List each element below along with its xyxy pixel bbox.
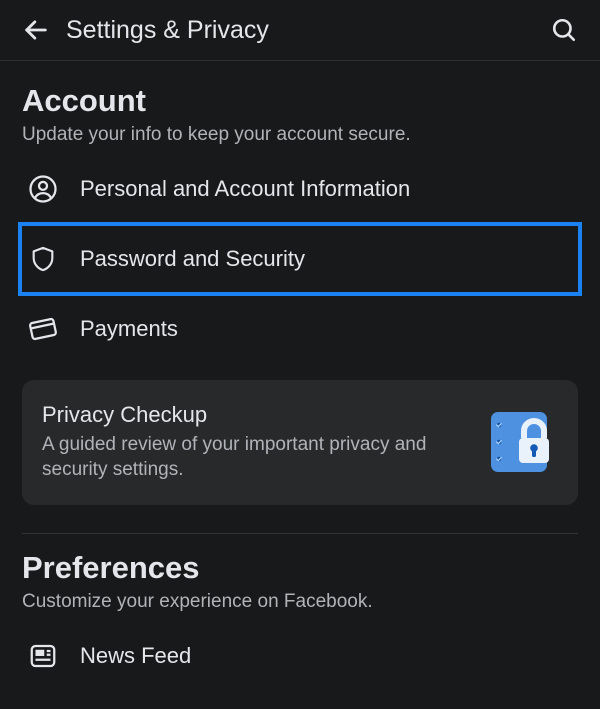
account-menu: Personal and Account Information Passwor…: [22, 158, 578, 360]
section-divider: [22, 533, 578, 534]
section-subtitle-account: Update your info to keep your account se…: [22, 123, 578, 148]
menu-label: Personal and Account Information: [80, 176, 410, 202]
section-title-account: Account: [22, 83, 578, 119]
card-subtitle: A guided review of your important privac…: [42, 432, 472, 483]
news-feed-icon: [28, 641, 58, 671]
arrow-left-icon: [22, 16, 50, 44]
preferences-menu: News Feed: [22, 625, 578, 687]
menu-item-payments[interactable]: Payments: [22, 298, 578, 360]
menu-label: News Feed: [80, 643, 191, 669]
section-subtitle-preferences: Customize your experience on Facebook.: [22, 590, 578, 615]
menu-label: Password and Security: [80, 246, 305, 272]
section-title-preferences: Preferences: [22, 550, 578, 586]
credit-card-icon: [28, 314, 58, 344]
header: Settings & Privacy: [0, 0, 600, 61]
back-button[interactable]: [18, 12, 54, 48]
card-title: Privacy Checkup: [42, 402, 472, 428]
menu-item-personal-info[interactable]: Personal and Account Information: [22, 158, 578, 220]
search-button[interactable]: [546, 12, 582, 48]
privacy-checkup-card[interactable]: Privacy Checkup A guided review of your …: [22, 380, 578, 505]
page-title: Settings & Privacy: [66, 16, 546, 45]
menu-label: Payments: [80, 316, 178, 342]
user-circle-icon: [28, 174, 58, 204]
shield-icon: [28, 244, 58, 274]
search-icon: [551, 17, 577, 43]
menu-item-password-security[interactable]: Password and Security: [18, 222, 582, 296]
menu-item-news-feed[interactable]: News Feed: [22, 625, 578, 687]
privacy-checkup-icon: [488, 407, 558, 477]
content: Account Update your info to keep your ac…: [0, 61, 600, 687]
card-text: Privacy Checkup A guided review of your …: [42, 402, 488, 483]
